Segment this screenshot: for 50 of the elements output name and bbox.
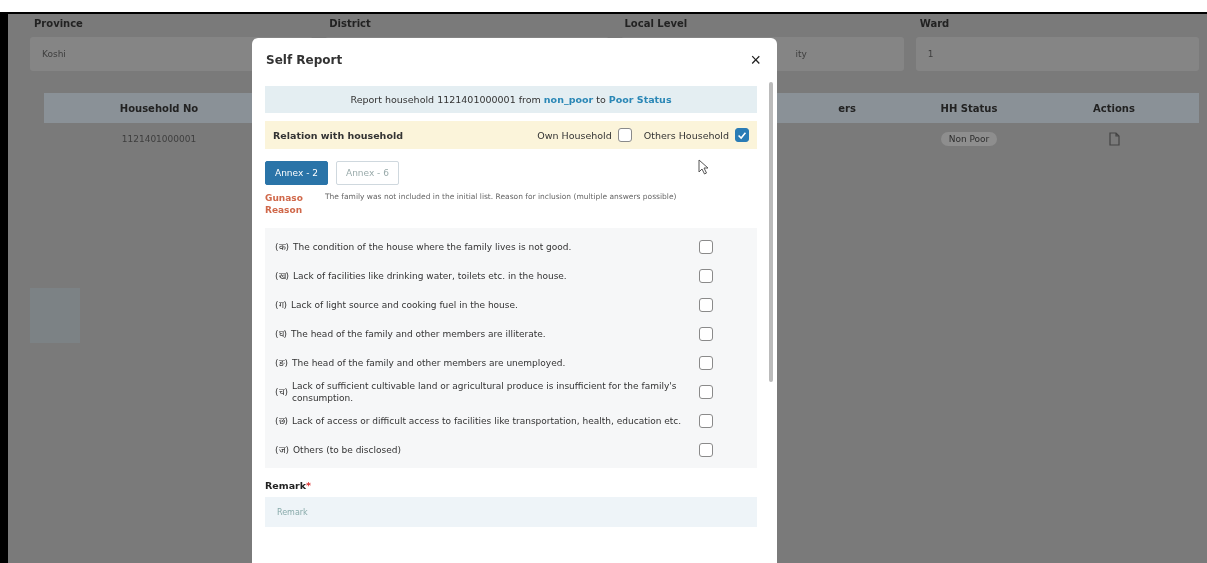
item-marker: (ङ) [275, 357, 289, 370]
checkbox[interactable] [699, 297, 713, 312]
filter-label: Province [33, 18, 84, 29]
option-text: The head of the family and other members are illiterate. [291, 327, 547, 340]
item-marker: (ज) [275, 444, 290, 457]
option-text: Others (to be disclosed) [293, 443, 402, 456]
document-icon[interactable] [1108, 132, 1120, 146]
column-header: ers [837, 102, 857, 114]
column-header: HH Status [939, 102, 999, 114]
annex-tab[interactable]: Annex - 6 [335, 161, 399, 185]
checkbox[interactable] [699, 442, 713, 457]
reason-label: Gunaso Reason [265, 192, 303, 217]
option-text: Lack of sufficient cultivable land or agricultural produce is insufficient for the family's consumption. [292, 379, 678, 404]
option-text: The head of the family and other members are unemployed. [292, 356, 567, 369]
item-marker: (च) [275, 386, 289, 399]
item-marker: (ग) [275, 299, 288, 312]
column-header: Actions [1092, 102, 1136, 114]
filter-label: Ward [918, 18, 951, 29]
close-button[interactable]: × [748, 51, 763, 69]
scrollbar-thumb[interactable] [769, 82, 773, 382]
option-text: Lack of facilities like drinking water, toilets etc. in the house. [293, 269, 568, 282]
checkbox[interactable] [699, 239, 713, 254]
relation-label: Relation with household [273, 129, 403, 141]
remark-field[interactable]: Remark [265, 497, 757, 528]
item-marker: (ख) [275, 270, 290, 283]
item-marker: (घ) [275, 328, 288, 341]
checkbox[interactable] [699, 413, 713, 428]
checkbox[interactable] [699, 355, 713, 370]
column-header: Household No [118, 102, 200, 114]
option-text: Lack of access or difficult access to facilities like transportation, health, education etc. [292, 414, 683, 427]
status-badge: Non Poor [940, 132, 998, 146]
option-label: Others Household [643, 129, 729, 141]
option-text: The condition of the house where the family lives is not good. [293, 240, 573, 253]
checkbox[interactable] [617, 128, 632, 142]
remark-label: Remark* [265, 480, 313, 492]
cursor-icon [698, 159, 710, 175]
item-marker: (क) [275, 241, 290, 254]
option-label: Own Household [537, 129, 612, 141]
option-text: Lack of light source and cooking fuel in the house. [291, 298, 519, 311]
select-field[interactable]: 1 [915, 37, 1199, 71]
table-cell-text: 1121401000001 [120, 134, 198, 144]
info-banner: Report household 1121401000001 from non_poor to Poor Status [265, 86, 757, 113]
checkbox[interactable] [699, 384, 713, 399]
filter-label: Local Level [623, 18, 689, 29]
checkbox[interactable] [699, 326, 713, 341]
checkbox[interactable] [735, 128, 749, 142]
filter-label: District [328, 18, 372, 29]
annex-tab[interactable]: Annex - 2 [265, 161, 328, 185]
item-marker: (छ) [275, 415, 289, 428]
checkbox[interactable] [699, 268, 713, 283]
